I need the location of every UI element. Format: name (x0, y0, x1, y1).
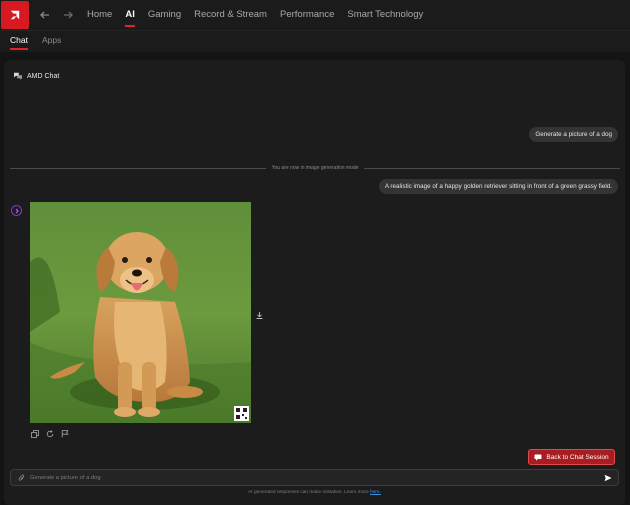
mode-divider: You are now in image generation mode (10, 164, 621, 172)
golden-retriever-image (30, 202, 251, 423)
chat-panel: AMD Chat Generate a picture of a dog You… (4, 60, 625, 505)
back-to-chat-session-button[interactable]: Back to Chat Session (528, 449, 615, 465)
forward-arrow-icon[interactable] (61, 8, 75, 22)
tab-chat[interactable]: Chat (10, 31, 28, 52)
copy-icon[interactable] (30, 429, 39, 438)
user-message-bubble: Generate a picture of a dog (529, 127, 618, 142)
chat-input-bar (10, 469, 619, 486)
chat-bubbles-icon (14, 72, 22, 80)
generated-image[interactable] (30, 202, 251, 423)
sub-tab-bar: Chat Apps (0, 30, 630, 52)
back-button-label: Back to Chat Session (546, 453, 609, 461)
back-arrow-icon[interactable] (38, 8, 52, 22)
disclaimer-text: AI generated responses can make mistakes… (248, 490, 369, 495)
top-bar: Home AI Gaming Record & Stream Performan… (0, 0, 630, 30)
paperclip-icon[interactable] (14, 470, 28, 485)
message-actions (30, 429, 75, 438)
ai-avatar-icon (11, 205, 22, 216)
nav-gaming[interactable]: Gaming (148, 0, 181, 30)
flag-icon[interactable] (60, 429, 69, 438)
chat-icon (534, 454, 542, 461)
nav-home[interactable]: Home (87, 0, 112, 30)
nav-record-stream[interactable]: Record & Stream (194, 0, 267, 30)
top-nav: Home AI Gaming Record & Stream Performan… (87, 0, 436, 30)
nav-smart-technology[interactable]: Smart Technology (347, 0, 423, 30)
mode-notice: You are now in image generation mode (271, 165, 359, 171)
learn-more-link[interactable]: here. (370, 490, 381, 495)
tab-apps[interactable]: Apps (42, 31, 61, 52)
nav-performance[interactable]: Performance (280, 0, 334, 30)
amd-logo-icon[interactable] (1, 1, 29, 29)
refresh-icon[interactable] (45, 429, 54, 438)
user-prompt-bubble: A realistic image of a happy golden retr… (378, 179, 618, 194)
chat-title: AMD Chat (27, 72, 60, 80)
chat-header: AMD Chat (13, 72, 59, 80)
divider-line-right (364, 167, 621, 169)
disclaimer: AI generated responses can make mistakes… (4, 490, 625, 495)
send-icon[interactable] (601, 470, 615, 485)
chat-input[interactable] (28, 474, 601, 481)
nav-ai[interactable]: AI (125, 0, 135, 30)
divider-line-left (10, 167, 266, 169)
download-icon[interactable] (255, 307, 264, 319)
